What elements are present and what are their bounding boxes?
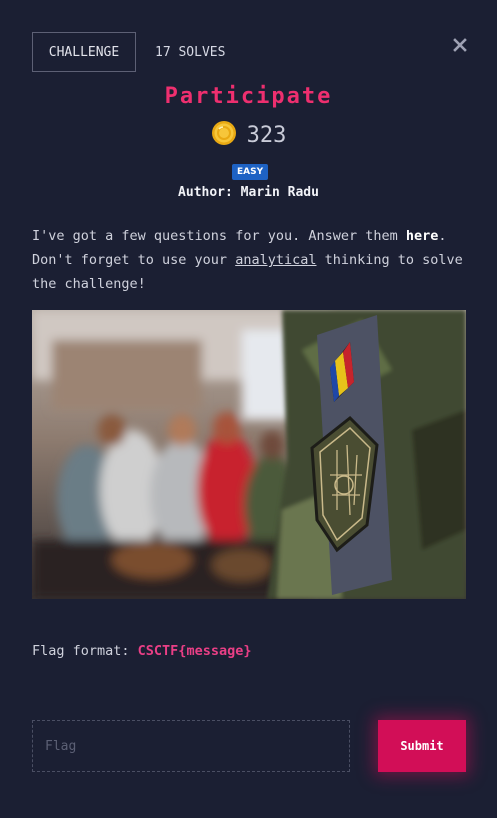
coin-icon xyxy=(211,120,237,150)
difficulty-badge: EASY xyxy=(232,164,269,180)
submit-button[interactable]: Submit xyxy=(378,720,466,772)
challenge-title: Participate xyxy=(164,84,333,109)
tab-challenge-label: CHALLENGE xyxy=(48,44,120,60)
author-line: Author: Marin Radu xyxy=(178,185,319,200)
close-icon[interactable] xyxy=(450,35,470,55)
flag-format-code: CSCTF{message} xyxy=(137,643,252,659)
questions-link[interactable]: here xyxy=(406,228,439,244)
challenge-description: I've got a few questions for you. Answer… xyxy=(32,224,472,296)
description-text: I've got a few questions for you. Answer… xyxy=(32,228,406,244)
tab-challenge[interactable]: CHALLENGE xyxy=(32,32,136,72)
challenge-image xyxy=(32,310,466,599)
points-row: 323 xyxy=(0,120,497,150)
points-value: 323 xyxy=(246,122,287,148)
tab-solves[interactable]: 17 SOLVES xyxy=(155,32,225,72)
challenge-modal: CHALLENGE 17 SOLVES Participate 323 EASY… xyxy=(0,0,497,818)
flag-format-label: Flag format: xyxy=(32,643,138,659)
tab-solves-label: 17 SOLVES xyxy=(155,44,226,60)
description-underlined: analytical xyxy=(235,252,317,268)
flag-format: Flag format: CSCTF{message} xyxy=(32,643,251,659)
flag-input[interactable] xyxy=(32,720,350,772)
